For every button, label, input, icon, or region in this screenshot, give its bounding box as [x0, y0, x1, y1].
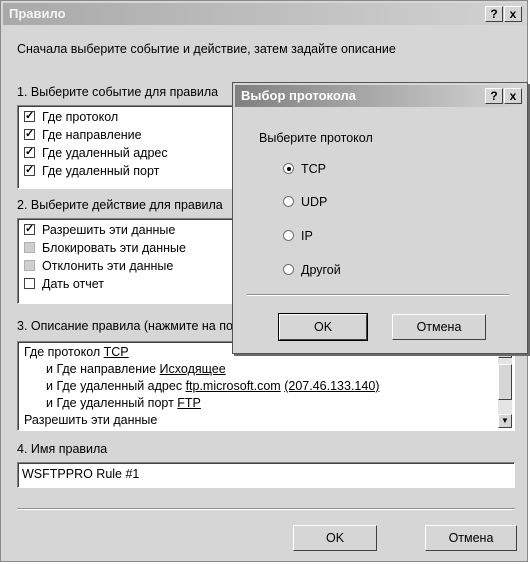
event-item-remote-port[interactable]: Где удаленный порт: [24, 163, 160, 182]
radio-other[interactable]: Другой: [283, 263, 341, 277]
desc-text: Где протокол: [24, 345, 104, 359]
action-item-block[interactable]: Блокировать эти данные: [24, 241, 186, 259]
action-label: Дать отчет: [42, 277, 105, 291]
desc-line-3: и Где удаленный адрес ftp.microsoft.com …: [46, 379, 379, 393]
cancel-button[interactable]: Отмена: [425, 525, 517, 551]
radio-icon[interactable]: [283, 196, 294, 207]
scroll-down-icon[interactable]: ▼: [498, 414, 512, 428]
help-button[interactable]: ?: [485, 88, 503, 104]
checkbox-icon[interactable]: [24, 278, 35, 289]
protocol-dialog-titlebar: Выбор протокола ? x: [235, 85, 525, 107]
direction-link[interactable]: Исходящее: [160, 362, 226, 376]
action-item-report[interactable]: Дать отчет: [24, 277, 104, 295]
checkbox-icon[interactable]: [24, 109, 35, 123]
action-label: Блокировать эти данные: [42, 241, 186, 255]
event-item-remote-address[interactable]: Где удаленный адрес: [24, 145, 168, 164]
event-label: Где направление: [42, 128, 142, 142]
intro-text: Сначала выберите событие и действие, зат…: [17, 42, 396, 56]
radio-icon[interactable]: [283, 264, 294, 275]
action-label: Отклонить эти данные: [42, 259, 174, 273]
radio-tcp[interactable]: TCP: [283, 162, 326, 176]
desc-line-4: и Где удаленный порт FTP: [46, 396, 201, 410]
event-item-protocol[interactable]: Где протокол: [24, 109, 119, 128]
protocol-link[interactable]: TCP: [104, 345, 129, 359]
desc-text: и Где удаленный адрес: [46, 379, 186, 393]
dialog-cancel-button[interactable]: Отмена: [392, 314, 486, 340]
radio-icon[interactable]: [283, 230, 294, 241]
divider: [17, 508, 515, 510]
protocol-prompt: Выберите протокол: [259, 131, 373, 145]
radio-selected-icon[interactable]: [283, 163, 294, 174]
event-label: Где удаленный порт: [42, 164, 160, 178]
description-scrollbar[interactable]: ▲ ▼: [498, 344, 512, 428]
checkbox-icon[interactable]: [24, 242, 35, 253]
checkbox-icon[interactable]: [24, 222, 35, 236]
radio-udp[interactable]: UDP: [283, 195, 327, 209]
checkbox-icon[interactable]: [24, 127, 35, 141]
help-button[interactable]: ?: [485, 6, 503, 22]
event-list: Где протокол Где направление Где удаленн…: [17, 105, 235, 189]
radio-label: Другой: [301, 263, 341, 277]
desc-line-2: и Где направление Исходящее: [46, 362, 226, 376]
rule-name-field[interactable]: WSFTPPRO Rule #1: [17, 462, 515, 488]
desc-line-5: Разрешить эти данные: [24, 413, 158, 427]
rule-window-titlebar: Правило ? x: [3, 3, 525, 25]
radio-label: IP: [301, 229, 313, 243]
dialog-divider: [247, 294, 509, 296]
desc-text: и Где удаленный порт: [46, 396, 178, 410]
close-button[interactable]: x: [504, 6, 522, 22]
event-label: Где удаленный адрес: [42, 146, 168, 160]
radio-label: TCP: [301, 162, 326, 176]
radio-ip[interactable]: IP: [283, 229, 313, 243]
checkbox-icon[interactable]: [24, 260, 35, 271]
desc-text: и Где направление: [46, 362, 160, 376]
scroll-thumb[interactable]: [498, 364, 512, 400]
section1-label: 1. Выберите событие для правила: [17, 85, 219, 99]
section2-label: 2. Выберите действие для правила: [17, 198, 223, 212]
action-label: Разрешить эти данные: [42, 223, 176, 237]
checkbox-icon[interactable]: [24, 145, 35, 159]
desc-line-1: Где протокол TCP: [24, 345, 129, 359]
remote-port-link[interactable]: FTP: [177, 396, 201, 410]
rule-window-title: Правило: [9, 6, 66, 21]
close-button[interactable]: x: [504, 88, 522, 104]
protocol-dialog-title: Выбор протокола: [241, 88, 357, 103]
event-label: Где протокол: [42, 110, 119, 124]
rule-description: Где протокол TCP и Где направление Исход…: [17, 341, 515, 431]
event-item-direction[interactable]: Где направление: [24, 127, 142, 146]
radio-label: UDP: [301, 195, 328, 209]
remote-ip-link[interactable]: (207.46.133.140): [284, 379, 379, 393]
section4-label: 4. Имя правила: [17, 442, 108, 456]
action-item-allow[interactable]: Разрешить эти данные: [24, 222, 176, 241]
checkbox-icon[interactable]: [24, 163, 35, 177]
action-list: Разрешить эти данные Блокировать эти дан…: [17, 218, 235, 304]
protocol-dialog: Выбор протокола ? x Выберите протокол TC…: [232, 82, 528, 354]
remote-address-link[interactable]: ftp.microsoft.com: [186, 379, 281, 393]
dialog-ok-button[interactable]: OK: [278, 313, 368, 341]
action-item-reject[interactable]: Отклонить эти данные: [24, 259, 173, 277]
ok-button[interactable]: OK: [293, 525, 377, 551]
